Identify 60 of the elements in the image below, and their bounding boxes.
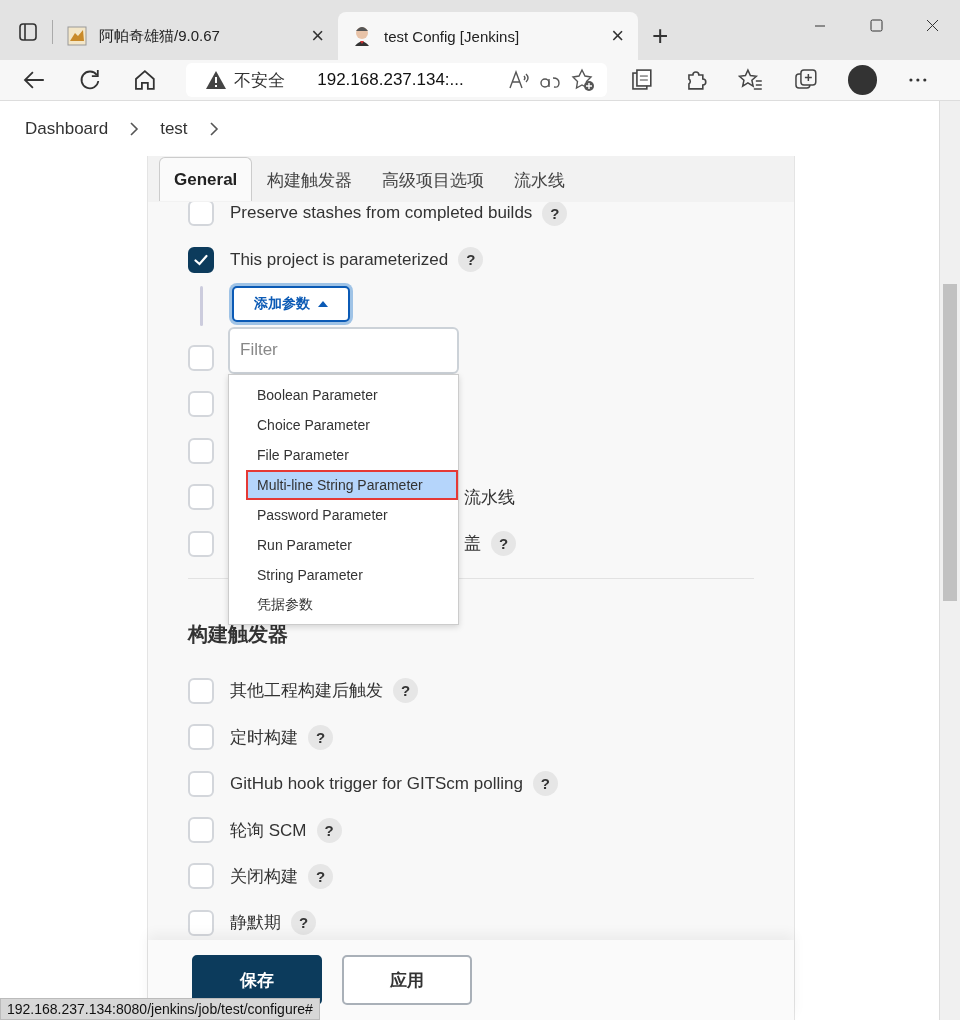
apply-button[interactable]: 应用	[342, 955, 472, 1005]
add-parameter-button[interactable]: 添加参数	[232, 285, 350, 322]
menu-item[interactable]: 凭据参数	[229, 589, 458, 620]
menu-item[interactable]: File Parameter	[229, 439, 458, 470]
profile-avatar[interactable]	[847, 65, 878, 95]
address-bar[interactable]: 不安全 192.168.237.134:...	[186, 63, 607, 97]
browser-tab[interactable]: test Config [Jenkins] ×	[338, 12, 638, 60]
url-text: 192.168.237.134:...	[317, 70, 465, 90]
checkbox-label: 盖	[464, 533, 481, 556]
scrollbar[interactable]	[939, 101, 960, 1020]
section-heading: 构建触发器	[188, 621, 289, 647]
menu-item[interactable]: Run Parameter	[229, 529, 458, 560]
help-icon[interactable]: ?	[291, 910, 316, 936]
filter-field[interactable]: Filter	[228, 326, 459, 374]
help-icon[interactable]: ?	[308, 864, 333, 889]
checkbox-label: This project is parameterized	[230, 249, 449, 270]
butler-icon	[352, 25, 372, 47]
menu-item[interactable]: Password Parameter	[229, 499, 458, 530]
checkbox-label: GitHub hook trigger for GITScm polling	[230, 773, 523, 794]
breadcrumb-link[interactable]: test	[160, 118, 188, 139]
favorites-icon[interactable]	[738, 67, 764, 93]
close-icon[interactable]: ×	[611, 25, 624, 47]
help-icon[interactable]: ?	[393, 678, 418, 704]
checkbox-label: 定时构建	[230, 726, 298, 749]
new-tab-button[interactable]: +	[652, 22, 669, 50]
url-status-tooltip: 192.168.237.134:8080/jenkins/job/test/configure#	[0, 998, 320, 1020]
menu-item[interactable]: Choice Parameter	[229, 409, 458, 440]
help-icon[interactable]: ?	[532, 771, 558, 797]
checkbox-label: Preserve stashes from completed builds	[230, 203, 533, 224]
security-label: 不安全	[234, 69, 286, 92]
warning-icon	[206, 71, 227, 89]
menu-item[interactable]: Boolean Parameter	[229, 379, 458, 410]
checkbox-label: 轮询 SCM	[230, 819, 307, 842]
menu-item[interactable]: Multi-line String Parameter	[246, 469, 458, 500]
caret-icon	[318, 300, 328, 307]
tabs-icon[interactable]	[18, 22, 38, 42]
close-icon[interactable]: ×	[311, 25, 324, 47]
checkbox-label: 流水线	[464, 486, 515, 509]
section-tab[interactable]: 构建触发器	[252, 159, 368, 201]
browser-tab[interactable]: 阿帕奇雄猫/9.0.67 ×	[53, 12, 338, 60]
help-icon[interactable]: ?	[316, 817, 342, 843]
section-tab[interactable]: 高级项目选项	[367, 159, 500, 201]
read-aloud-icon[interactable]	[508, 70, 531, 90]
checkbox-label: 静默期	[230, 912, 281, 935]
checkbox-label: 关闭构建	[230, 866, 298, 888]
check-icon	[194, 253, 208, 266]
chevron-icon	[207, 121, 220, 136]
section-tab[interactable]: 流水线	[499, 159, 581, 201]
help-icon[interactable]: ?	[308, 724, 333, 750]
chevron-icon	[128, 121, 141, 136]
help-icon[interactable]: ?	[491, 531, 516, 557]
help-icon[interactable]: ?	[542, 202, 568, 226]
help-icon[interactable]: ?	[458, 247, 484, 273]
section-tab[interactable]: General	[159, 157, 253, 201]
menu-item[interactable]: String Parameter	[229, 559, 458, 590]
scrollbar-thumb[interactable]	[943, 284, 957, 601]
add-favorite-icon[interactable]	[570, 68, 595, 92]
checkbox[interactable]	[188, 246, 214, 273]
checkbox-label: 其他工程构建后触发	[230, 680, 383, 703]
breadcrumb-link[interactable]: Dashboard	[25, 118, 109, 139]
